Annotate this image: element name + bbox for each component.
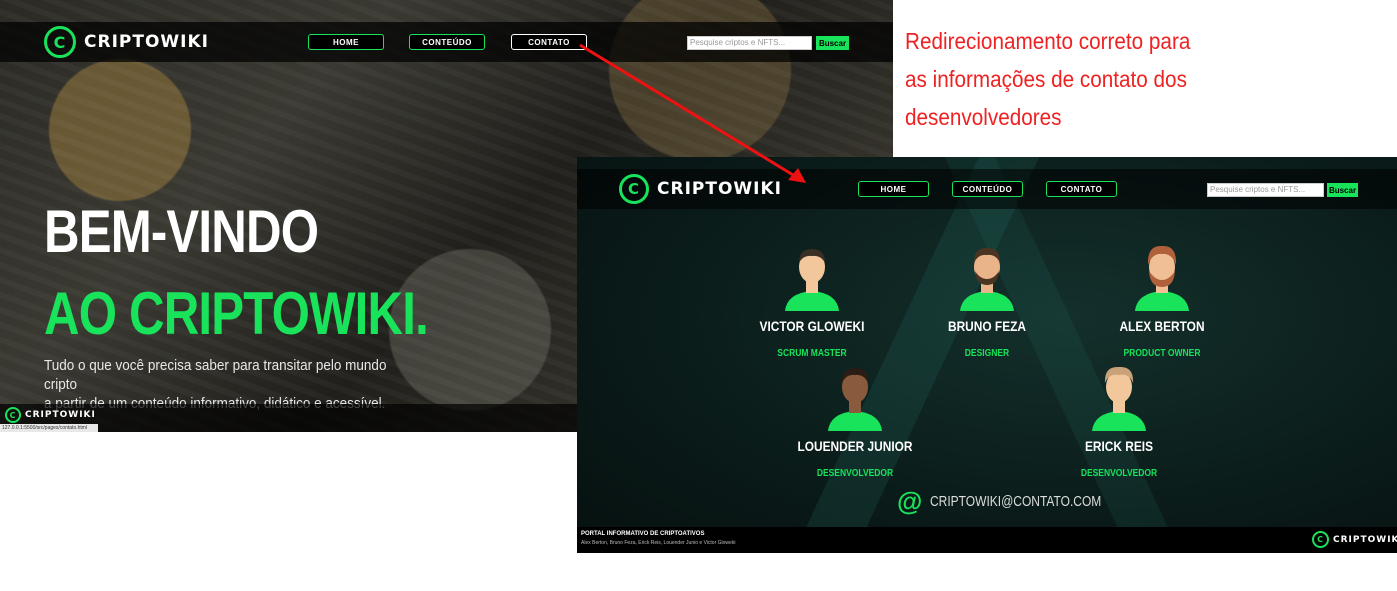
hero-title-line1: BEM-VINDO (44, 198, 319, 265)
contact-nav-contato-button[interactable]: CONTATO (1046, 181, 1117, 197)
team-member-card: ERICK REIS DESENVOLVEDOR (1034, 361, 1204, 479)
logo-icon: C (44, 26, 76, 58)
team-member-card: ALEX BERTON PRODUCT OWNER (1077, 241, 1247, 359)
email-address: CRIPTOWIKI@CONTATO.COM (930, 492, 1102, 510)
member-name: BRUNO FEZA (947, 318, 1027, 334)
member-role: DESIGNER (964, 348, 1010, 359)
annotation-line2: as informações de contato dos (905, 66, 1187, 92)
contact-nav-home-button[interactable]: HOME (858, 181, 929, 197)
contact-page-screenshot: C CRIPTOWIKI HOME CONTEÚDO CONTATO Pesqu… (577, 157, 1397, 553)
person-avatar-icon (828, 368, 882, 431)
contact-brand-name: CRIPTOWIKI (657, 179, 782, 199)
contact-footer: PORTAL INFORMATIVO DE CRIPTOATIVOS Alex … (577, 527, 1397, 553)
contact-footer-logo-icon: C (1312, 531, 1329, 548)
contact-navbar: C CRIPTOWIKI HOME CONTEÚDO CONTATO Pesqu… (577, 169, 1397, 209)
search-input[interactable]: Pesquise criptos e NFTS... (687, 36, 812, 50)
contact-email[interactable]: @ CRIPTOWIKI@CONTATO.COM (897, 486, 1144, 516)
member-role: PRODUCT OWNER (1123, 348, 1201, 359)
footer-brand-name: CRIPTOWIKI (25, 410, 96, 420)
member-role: DESENVOLVEDOR (816, 468, 894, 479)
member-name: LOUENDER JUNIOR (797, 438, 913, 454)
contact-search-button[interactable]: Buscar (1327, 183, 1358, 197)
navbar: C CRIPTOWIKI HOME CONTEÚDO CONTATO Pesqu… (0, 22, 893, 62)
annotation-line3: desenvolvedores (905, 104, 1062, 130)
hero-title-line2: AO CRIPTOWIKI. (44, 280, 429, 347)
team-member-card: BRUNO FEZA DESIGNER (902, 241, 1072, 359)
person-avatar-icon (1135, 245, 1189, 311)
contact-footer-logo: C CRIPTOWIKI (1312, 531, 1397, 548)
member-name: ERICK REIS (1084, 438, 1154, 454)
person-avatar-icon (960, 247, 1014, 311)
footer-logo-icon: C (5, 407, 21, 423)
at-sign-icon: @ (897, 486, 923, 516)
footer-authors: Alex Berton, Bruno Feza, Erick Reis, Lou… (581, 540, 736, 546)
person-avatar-icon (785, 249, 839, 311)
brand-name: CRIPTOWIKI (84, 32, 209, 52)
footer-title: PORTAL INFORMATIVO DE CRIPTOATIVOS (581, 531, 705, 537)
contact-footer-brand-name: CRIPTOWIKI (1333, 534, 1397, 545)
brand-logo[interactable]: C CRIPTOWIKI (44, 26, 209, 58)
contact-search-input[interactable]: Pesquise criptos e NFTS... (1207, 183, 1324, 197)
member-name: VICTOR GLOWEKI (759, 318, 865, 334)
contact-brand-logo[interactable]: C CRIPTOWIKI (619, 174, 782, 204)
contact-nav-conteudo-button[interactable]: CONTEÚDO (952, 181, 1023, 197)
search-button[interactable]: Buscar (816, 36, 849, 50)
person-avatar-icon (1092, 366, 1146, 431)
nav-conteudo-button[interactable]: CONTEÚDO (409, 34, 485, 50)
member-role: SCRUM MASTER (777, 348, 847, 359)
member-name: ALEX BERTON (1119, 318, 1205, 334)
nav-contato-button[interactable]: CONTATO (511, 34, 587, 50)
contact-logo-icon: C (619, 174, 649, 204)
browser-status-url: 127.0.0.1:5500/src/pages/contato.html (0, 424, 98, 432)
team-member-card: VICTOR GLOWEKI SCRUM MASTER (727, 241, 897, 359)
nav-home-button[interactable]: HOME (308, 34, 384, 50)
member-role: DESENVOLVEDOR (1080, 468, 1158, 479)
team-member-card: LOUENDER JUNIOR DESENVOLVEDOR (770, 361, 940, 479)
annotation-text: Redirecionamento correto para as informa… (905, 22, 1247, 136)
hero-subtitle-line1: Tudo o que você precisa saber para trans… (44, 357, 387, 393)
annotation-line1: Redirecionamento correto para (905, 28, 1191, 54)
footer-logo: C CRIPTOWIKI (5, 407, 96, 423)
